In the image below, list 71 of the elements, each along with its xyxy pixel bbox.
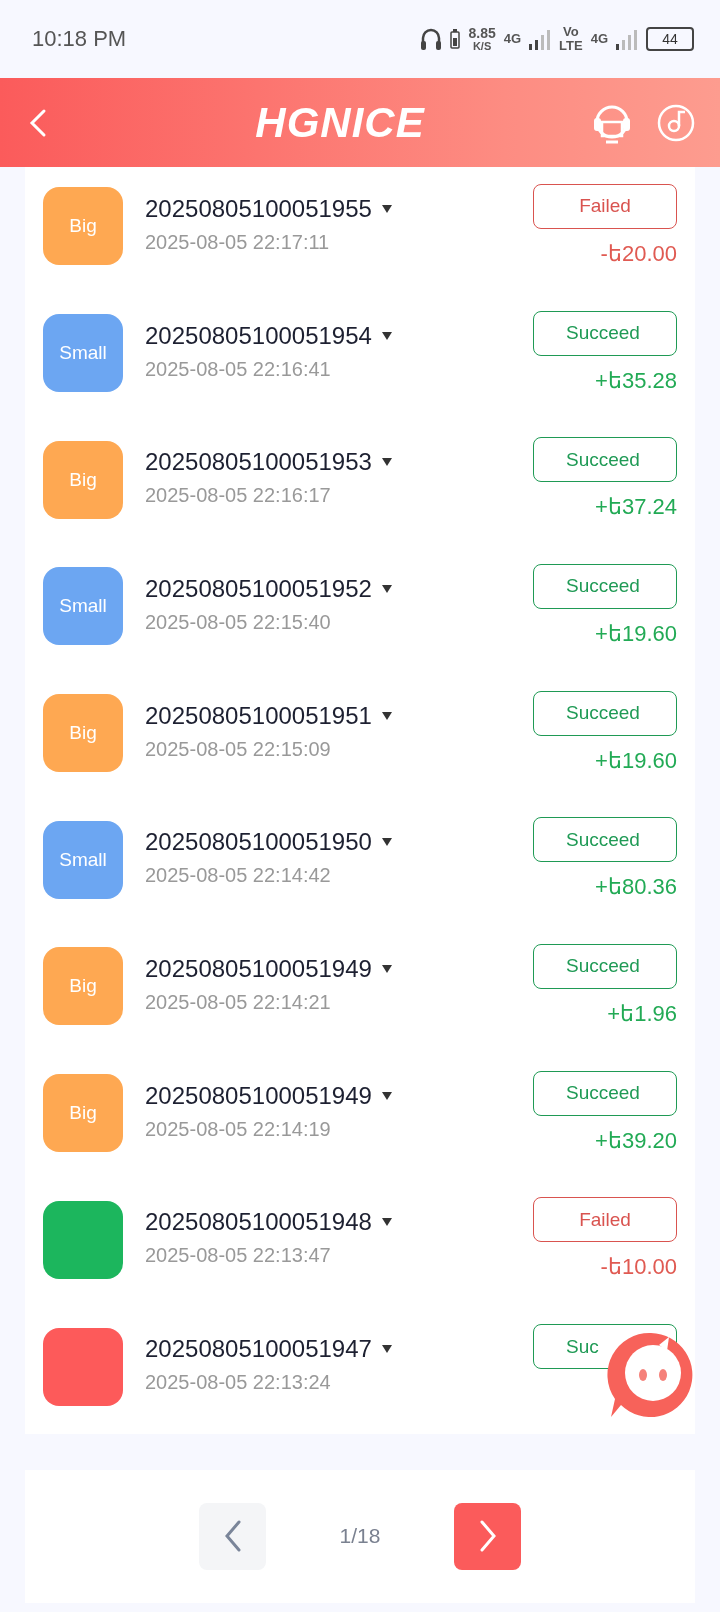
succeed-status-tag: Succeed	[533, 563, 677, 609]
failed-status-tag: Failed	[533, 1197, 677, 1243]
bet-time: 2025-08-05 22:14:42	[145, 864, 332, 888]
bet-time: 2025-08-05 22:14:21	[145, 990, 332, 1014]
bet-type-badge: Big	[43, 187, 123, 266]
chevron-left-icon	[222, 1519, 243, 1554]
bet-type-badge: Big	[43, 1074, 123, 1153]
succeed-status-tag: Succeed	[533, 310, 677, 356]
bet-type-badge: Small	[43, 314, 123, 393]
amount: +ե39.20	[595, 1127, 677, 1154]
dropdown-caret-icon[interactable]	[381, 1218, 392, 1227]
bet-time: 2025-08-05 22:16:17	[145, 484, 332, 508]
succeed-status-tag: Succeed	[533, 690, 677, 736]
failed-status-tag: Failed	[533, 183, 677, 229]
headphones-icon	[420, 27, 443, 51]
amount: +ե19.60	[595, 747, 677, 774]
order-number: 20250805100051947	[145, 1335, 372, 1364]
dropdown-caret-icon[interactable]	[381, 584, 392, 593]
battery-small-icon	[450, 29, 461, 49]
amount: +ե35.28	[595, 367, 677, 394]
bet-time: 2025-08-05 22:13:24	[145, 1371, 332, 1395]
order-number: 20250805100051953	[145, 448, 372, 477]
bet-time: 2025-08-05 22:15:40	[145, 610, 332, 634]
order-number: 20250805100051954	[145, 321, 372, 350]
dropdown-caret-icon[interactable]	[381, 838, 392, 847]
next-page-button[interactable]	[454, 1502, 521, 1570]
bet-time: 2025-08-05 22:14:19	[145, 1117, 332, 1141]
succeed-status-tag: Succeed	[533, 943, 677, 989]
bet-type-badge: Big	[43, 694, 123, 773]
succeed-status-tag: Succeed	[533, 1070, 677, 1116]
bet-type-badge: Small	[43, 820, 123, 899]
amount: -ե10.00	[600, 1254, 677, 1281]
signal-icon	[616, 28, 638, 50]
brand-logo: HGNICE	[254, 98, 426, 147]
clock-time: 10:18 PM	[32, 26, 128, 52]
battery-level: 44	[646, 27, 694, 51]
order-number: 20250805100051952	[145, 574, 372, 603]
succeed-status-tag: Succeed	[533, 817, 677, 863]
order-number: 20250805100051949	[145, 954, 372, 983]
amount: +ե1.96	[607, 1000, 677, 1027]
back-button[interactable]	[28, 107, 48, 138]
order-number: 20250805100051951	[145, 701, 372, 730]
dropdown-caret-icon[interactable]	[381, 1091, 392, 1100]
network-type: 4G	[503, 32, 522, 46]
dropdown-caret-icon[interactable]	[381, 331, 392, 340]
dropdown-caret-icon[interactable]	[381, 711, 392, 720]
signal-icon	[529, 28, 552, 50]
amount: +ե80.36	[595, 874, 677, 901]
bet-time: 2025-08-05 22:17:11	[145, 230, 331, 254]
order-number: 20250805100051955	[145, 194, 372, 223]
page-indicator: 1/18	[338, 1524, 382, 1549]
volte-label: Vo LTE	[559, 25, 583, 53]
bet-type-badge: Small	[43, 567, 123, 646]
order-number: 20250805100051949	[145, 1081, 372, 1110]
order-number: 20250805100051950	[145, 828, 372, 857]
dropdown-caret-icon[interactable]	[381, 204, 392, 213]
amount: -ե20.00	[600, 240, 677, 267]
bet-time: 2025-08-05 22:13:47	[145, 1244, 332, 1268]
dropdown-caret-icon[interactable]	[381, 964, 392, 973]
order-number: 20250805100051948	[145, 1208, 372, 1237]
bet-time: 2025-08-05 22:15:09	[145, 737, 332, 761]
amount: +ե19.60	[595, 620, 677, 647]
bet-type-badge: Big	[43, 440, 123, 519]
network-type: 4G	[590, 32, 608, 46]
network-speed: 8.85 K/S	[468, 25, 496, 53]
bet-time: 2025-08-05 22:16:41	[145, 357, 332, 381]
succeed-status-tag: Succeed	[533, 437, 677, 483]
dropdown-caret-icon[interactable]	[381, 1345, 392, 1354]
dropdown-caret-icon[interactable]	[381, 458, 392, 467]
bet-type-badge: Big	[43, 947, 123, 1026]
amount: +ե37.24	[595, 494, 677, 521]
